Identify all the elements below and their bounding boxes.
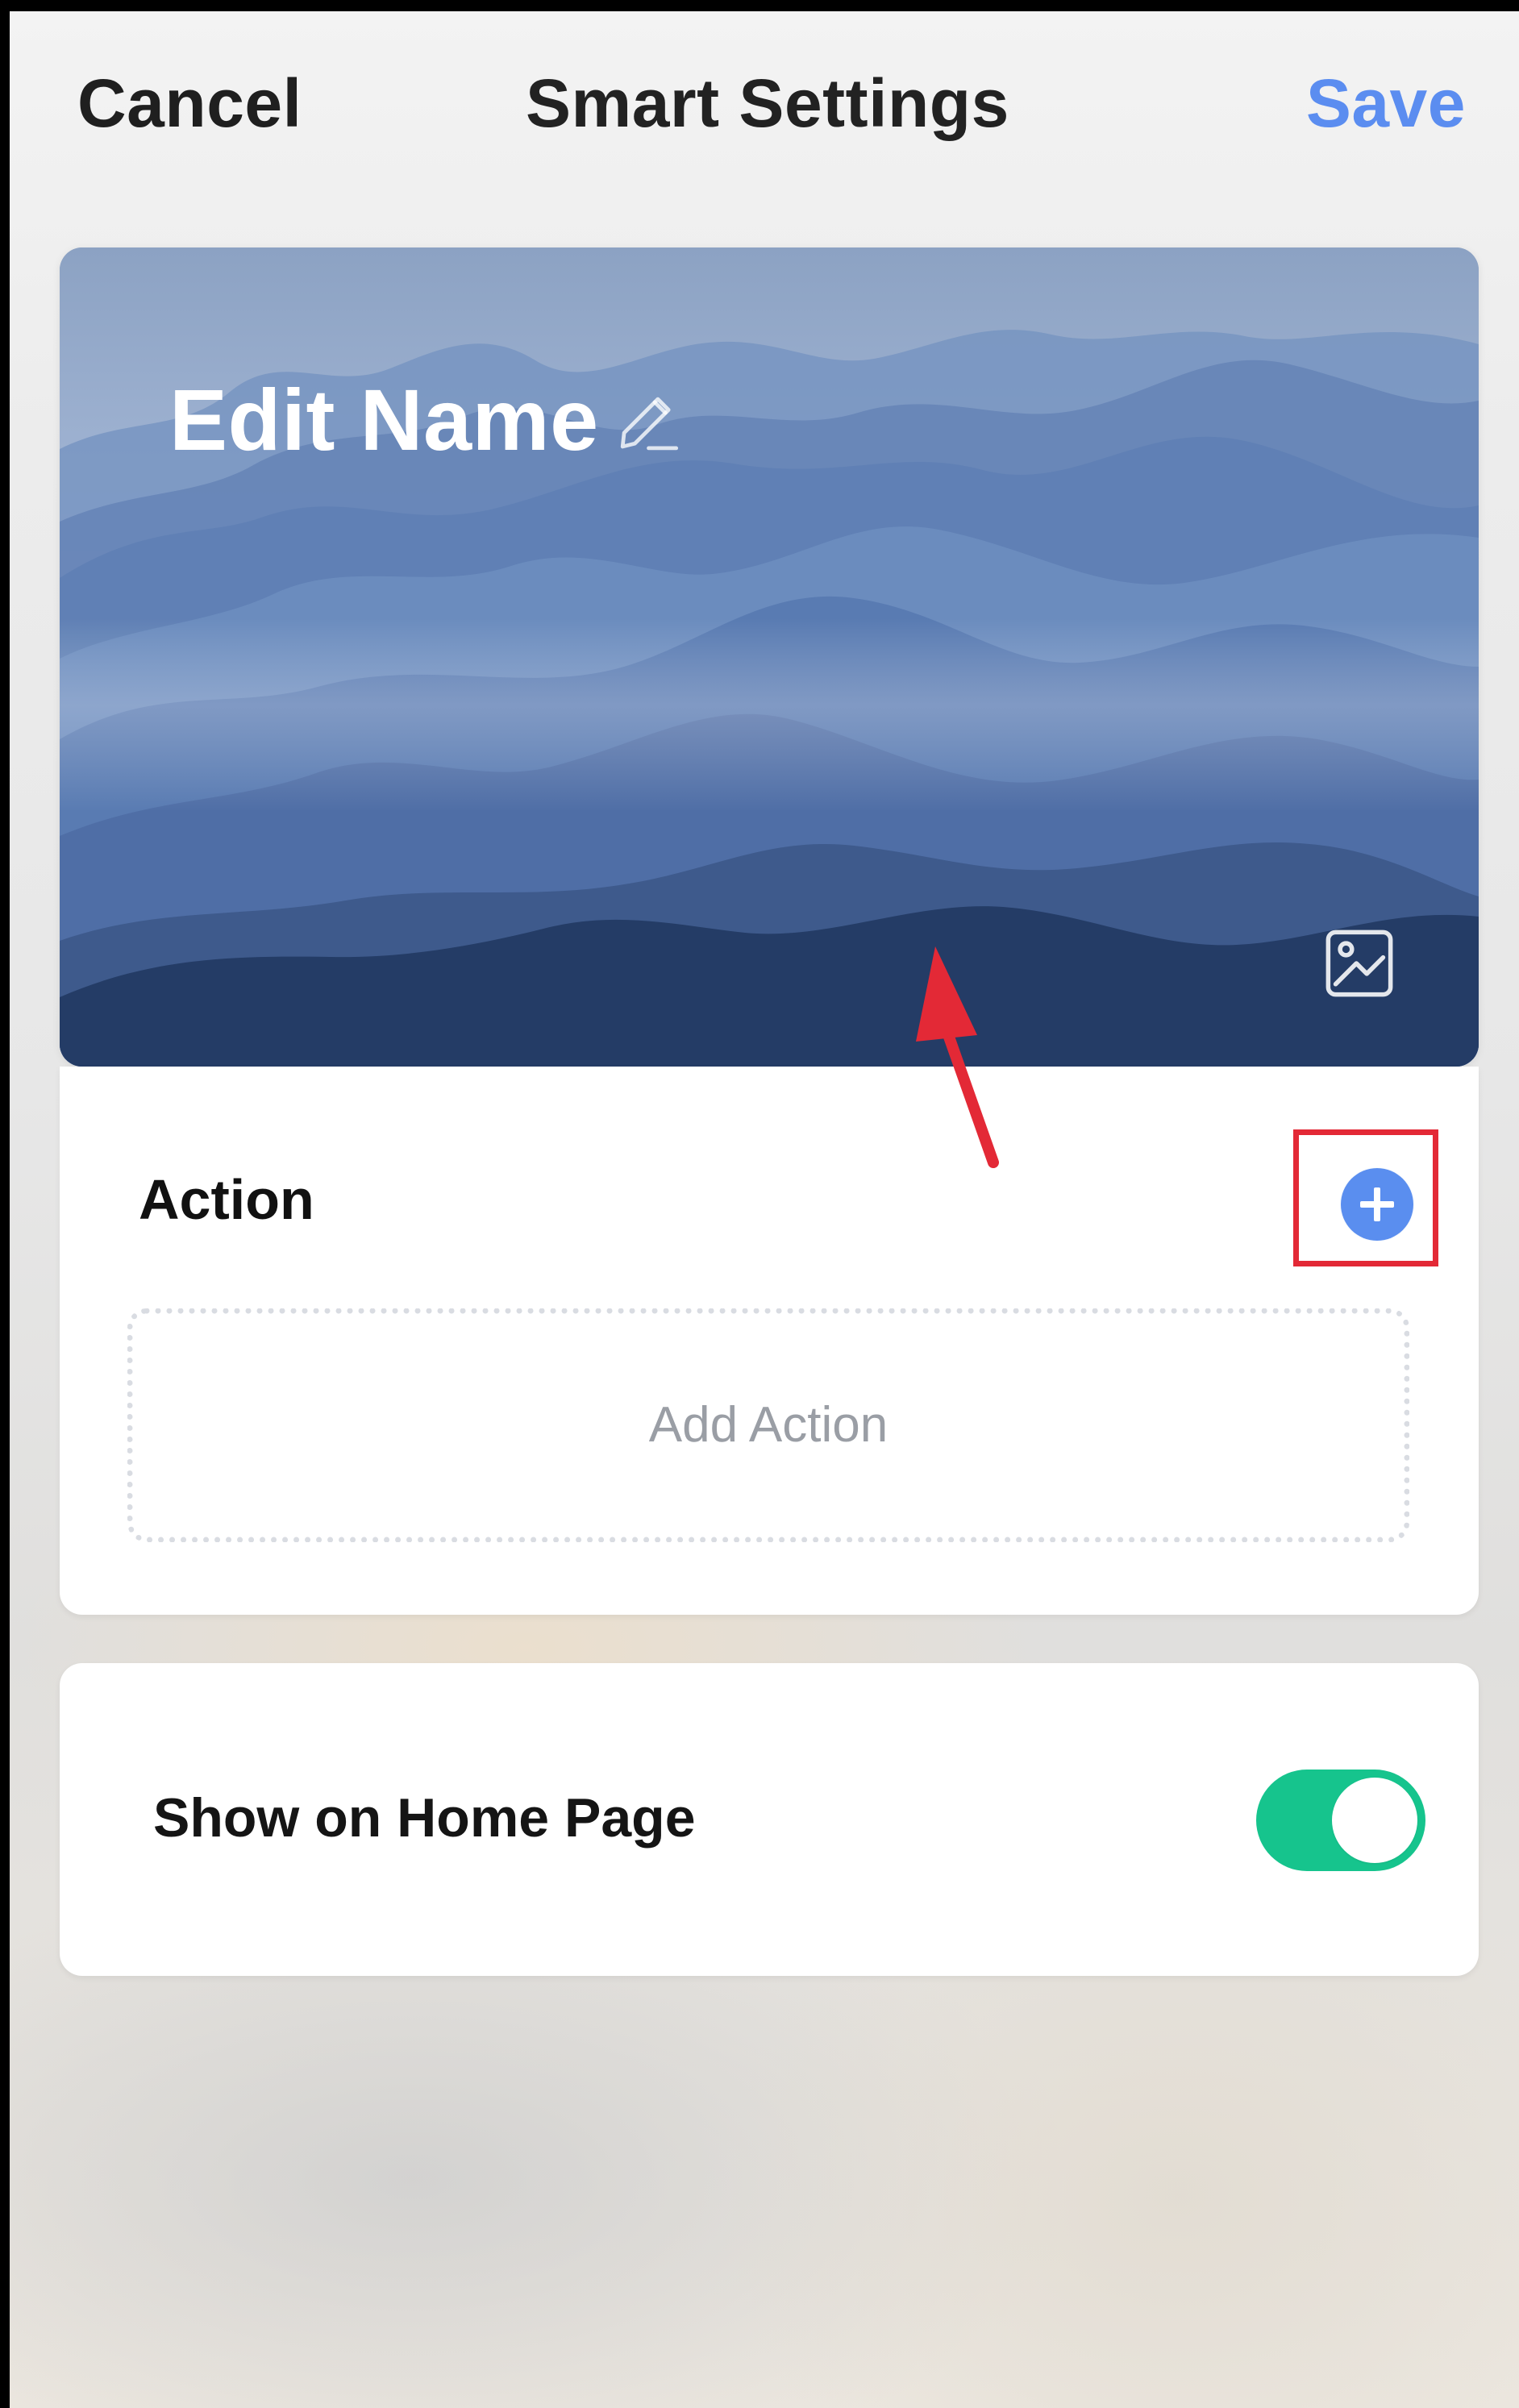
add-action-button-highlight [1293, 1129, 1438, 1266]
show-on-home-toggle[interactable] [1256, 1770, 1425, 1871]
action-section: Action Add Action [60, 1067, 1479, 1615]
top-bar: Cancel Smart Settings Save [10, 11, 1519, 205]
image-icon[interactable] [1322, 926, 1396, 1000]
add-action-text: Add Action [648, 1397, 889, 1453]
cover-image-card[interactable]: Edit Name [60, 247, 1479, 1067]
cancel-button[interactable]: Cancel [77, 69, 302, 137]
save-button[interactable]: Save [1306, 69, 1466, 137]
plus-icon[interactable] [1341, 1168, 1413, 1241]
add-action-placeholder[interactable]: Add Action [127, 1308, 1409, 1542]
app-screen: Cancel Smart Settings Save Edit Name Act… [10, 11, 1519, 2408]
edit-name-area[interactable]: Edit Name [169, 376, 687, 464]
show-on-home-label: Show on Home Page [153, 1787, 696, 1849]
home-page-visibility-card: Show on Home Page [60, 1663, 1479, 1976]
page-title: Smart Settings [526, 65, 1009, 141]
action-label: Action [139, 1168, 314, 1231]
toggle-knob [1332, 1778, 1417, 1863]
hero-title[interactable]: Edit Name [169, 376, 599, 464]
pencil-icon[interactable] [610, 385, 687, 462]
